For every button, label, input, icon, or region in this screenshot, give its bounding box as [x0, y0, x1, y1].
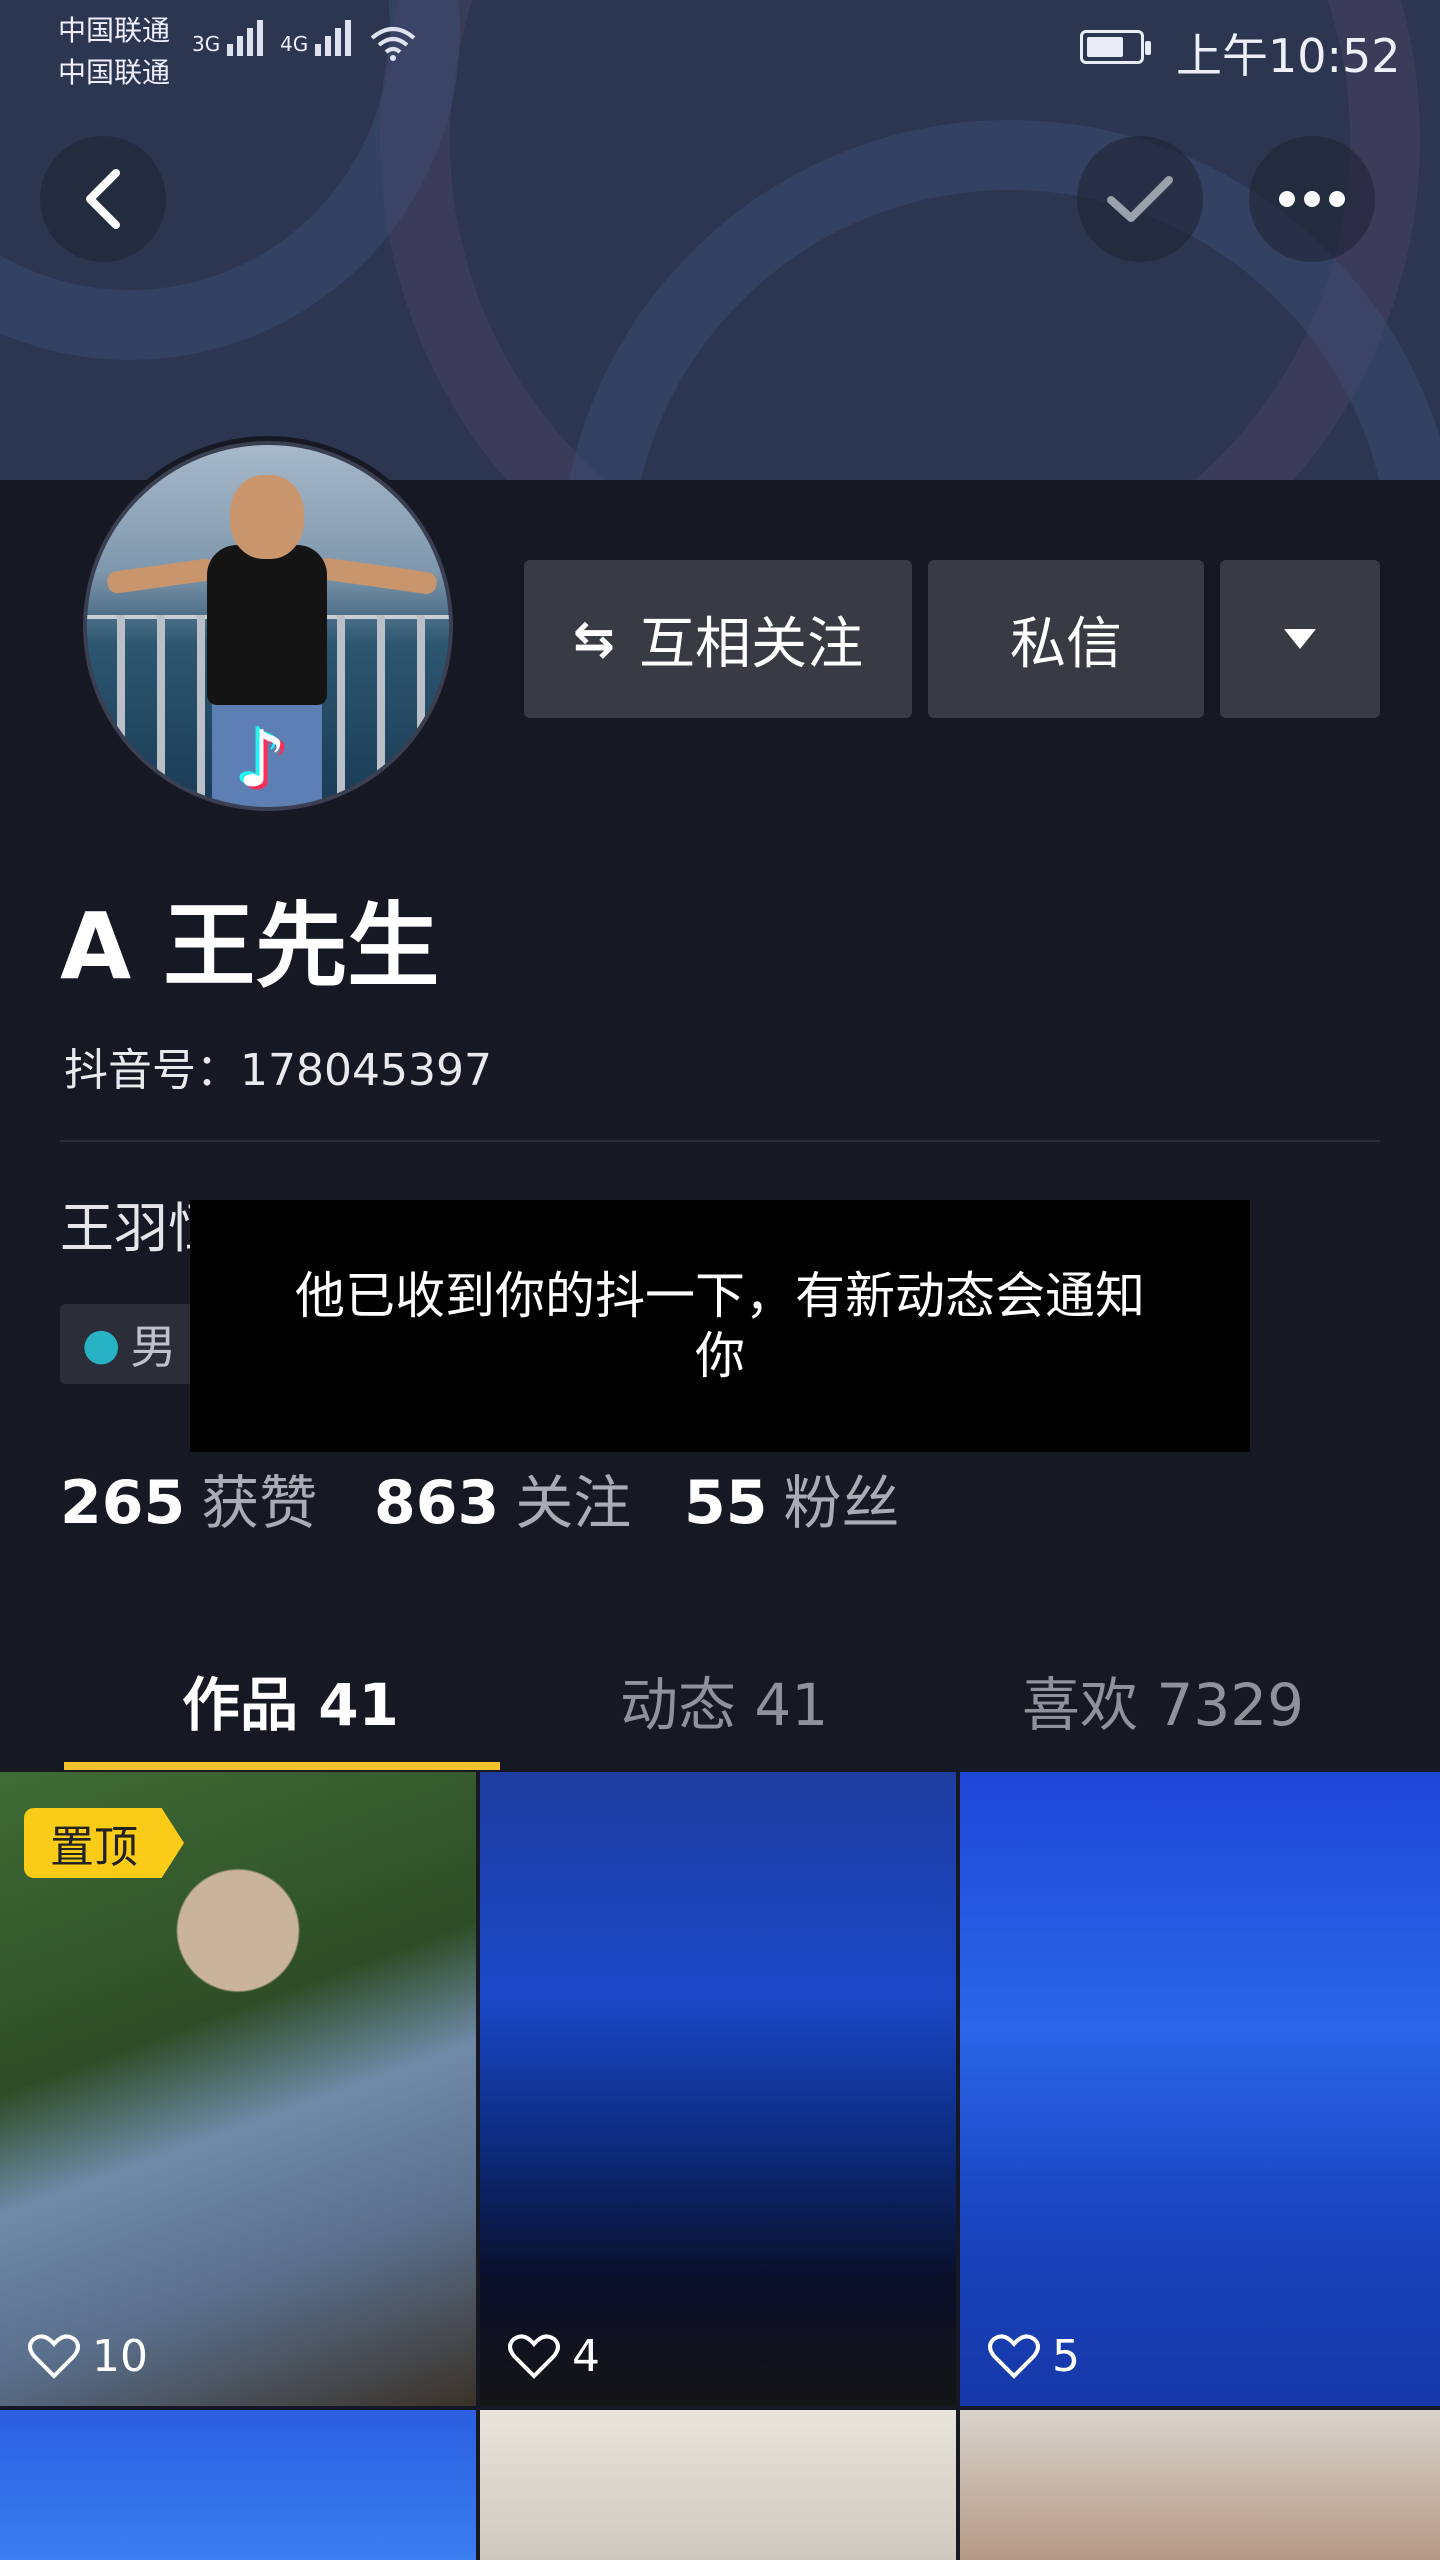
stat-fans[interactable]: 55 粉丝 [684, 1456, 900, 1540]
mutual-follow-label: 互相关注 [638, 611, 863, 677]
video-thumbnail[interactable]: 5 [960, 1772, 1440, 2406]
dropdown-button[interactable] [1220, 560, 1380, 718]
toast-message: 他已收到你的抖一下，有新动态会通知 你 [190, 1200, 1250, 1452]
avatar-container[interactable]: ♪ [78, 436, 458, 816]
tab-works[interactable]: 作品 41 [182, 1658, 399, 1742]
stat-fans-value: 55 [684, 1468, 768, 1538]
content-tabs: 作品 41 动态 41 喜欢 7329 [0, 1624, 1440, 1770]
gender-label: 男 [130, 1320, 177, 1374]
like-count: 5 [988, 2331, 1080, 2382]
message-button[interactable]: 私信 [928, 560, 1204, 718]
avatar[interactable]: ♪ [83, 441, 453, 811]
tiktok-logo-icon: ♪ [237, 715, 287, 805]
tab-liked[interactable]: 喜欢 7329 [1022, 1658, 1304, 1742]
stat-likes-label: 获赞 [201, 1469, 318, 1537]
divider [60, 1140, 1380, 1142]
carrier-2: 中国联通 [58, 56, 171, 89]
message-label: 私信 [1010, 611, 1122, 677]
profile-name: A 王先生 [60, 893, 440, 1000]
stat-likes[interactable]: 265 获赞 [60, 1456, 317, 1540]
mutual-follow-button[interactable]: ⇆ 互相关注 [524, 560, 912, 718]
toast-line-1: 他已收到你的抖一下，有新动态会通知 [295, 1267, 1145, 1325]
video-thumbnail[interactable]: 4 [480, 1772, 956, 2406]
person-icon: ● [82, 1318, 121, 1370]
check-icon [1107, 176, 1173, 222]
clock: 上午10:52 [1176, 29, 1401, 83]
more-dots-icon [1279, 191, 1345, 207]
pinned-badge: 置顶 [24, 1808, 184, 1878]
stat-fans-label: 粉丝 [783, 1469, 900, 1537]
heart-icon [988, 2333, 1040, 2379]
video-thumbnail[interactable] [480, 2410, 956, 2560]
gender-tag: ● 男 [60, 1304, 199, 1384]
network-type-1: 3G [192, 32, 221, 56]
caret-down-icon [1284, 629, 1316, 649]
check-button[interactable] [1077, 136, 1203, 262]
battery-icon [1080, 30, 1151, 64]
stat-following[interactable]: 863 关注 [374, 1456, 631, 1540]
stat-likes-value: 265 [60, 1468, 186, 1538]
status-bar: 中国联通 中国联通 3G 4G 上午10:52 [0, 0, 1440, 100]
carrier-labels: 中国联通 中国联通 [58, 10, 170, 94]
toast-line-2: 你 [695, 1327, 745, 1385]
like-count: 4 [508, 2331, 600, 2382]
heart-icon [508, 2333, 560, 2379]
wifi-icon [368, 24, 418, 69]
network-type-2: 4G [280, 32, 309, 56]
more-button[interactable] [1249, 136, 1375, 262]
chevron-left-icon [86, 169, 120, 229]
carrier-1: 中国联通 [58, 14, 171, 47]
signal-4g-icon: 4G [280, 20, 355, 56]
active-tab-indicator [64, 1762, 500, 1770]
video-grid: 置顶 10 4 5 [0, 1772, 1440, 2560]
tab-activity[interactable]: 动态 41 [620, 1658, 828, 1742]
like-count-value: 4 [572, 2331, 600, 2382]
video-thumbnail[interactable] [960, 2410, 1440, 2560]
douyin-id[interactable]: 抖音号：178045397 [64, 1034, 492, 1098]
video-thumbnail[interactable]: 置顶 10 [0, 1772, 476, 2406]
swap-arrows-icon: ⇆ [573, 610, 615, 668]
video-thumbnail[interactable] [0, 2410, 476, 2560]
stat-following-value: 863 [374, 1468, 500, 1538]
back-button[interactable] [40, 136, 166, 262]
signal-3g-icon: 3G [192, 20, 267, 56]
heart-icon [28, 2333, 80, 2379]
like-count-value: 10 [92, 2331, 148, 2382]
like-count: 10 [28, 2331, 148, 2382]
stat-following-label: 关注 [515, 1469, 632, 1537]
like-count-value: 5 [1052, 2331, 1080, 2382]
